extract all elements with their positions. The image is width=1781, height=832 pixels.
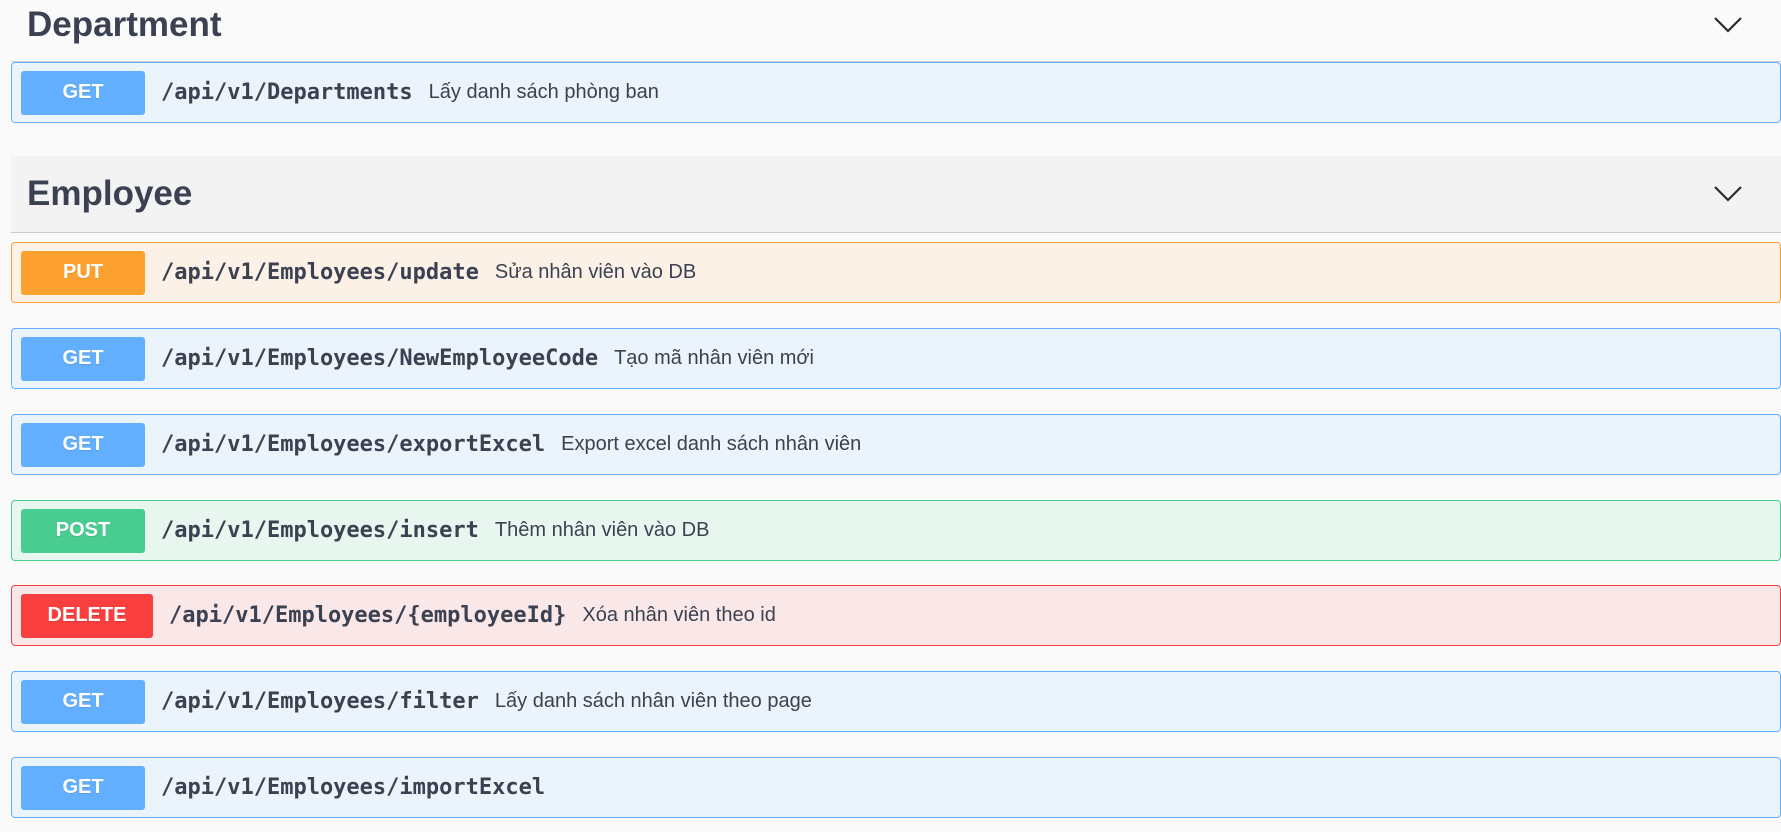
operation-path: /api/v1/Employees/filter <box>161 689 479 714</box>
operation-path: /api/v1/Employees/update <box>161 260 479 285</box>
operation-path: /api/v1/Employees/{employeeId} <box>169 603 567 628</box>
operation-path: /api/v1/Employees/NewEmployeeCode <box>161 346 599 371</box>
operation-summary: Export excel danh sách nhân viên <box>561 433 862 455</box>
section-title: Department <box>27 4 222 44</box>
operation-summary: Sửa nhân viên vào DB <box>494 261 697 283</box>
operation-get-export-excel[interactable]: GET /api/v1/Employees/exportExcel Export… <box>11 414 1781 475</box>
operation-delete-employee[interactable]: DELETE /api/v1/Employees/{employeeId} Xó… <box>11 585 1781 646</box>
method-badge: GET <box>21 422 145 467</box>
operation-get-departments[interactable]: GET /api/v1/Departments Lấy danh sách ph… <box>11 62 1781 123</box>
section-header-employee[interactable]: Employee <box>11 156 1781 233</box>
operation-put-employees-update[interactable]: PUT /api/v1/Employees/update Sửa nhân vi… <box>11 242 1781 303</box>
section-title: Employee <box>27 174 193 213</box>
operation-summary: Lấy danh sách phòng ban <box>428 81 659 103</box>
operation-path: /api/v1/Employees/importExcel <box>161 775 546 800</box>
method-badge: GET <box>21 679 145 724</box>
method-badge: GET <box>21 70 145 115</box>
chevron-down-icon[interactable] <box>1713 16 1743 34</box>
method-badge: POST <box>21 508 145 553</box>
method-badge: GET <box>21 336 145 381</box>
method-badge: DELETE <box>21 593 153 638</box>
operation-post-employees-insert[interactable]: POST /api/v1/Employees/insert Thêm nhân … <box>11 500 1781 561</box>
operation-summary: Tạo mã nhân viên mới <box>614 347 814 369</box>
operation-get-employees-filter[interactable]: GET /api/v1/Employees/filter Lấy danh sá… <box>11 671 1781 732</box>
operation-get-import-excel[interactable]: GET /api/v1/Employees/importExcel <box>11 757 1781 818</box>
method-badge: GET <box>21 765 145 810</box>
method-badge: PUT <box>21 250 145 295</box>
operation-get-new-employee-code[interactable]: GET /api/v1/Employees/NewEmployeeCode Tạ… <box>11 328 1781 389</box>
chevron-down-icon[interactable] <box>1713 185 1743 203</box>
operation-summary: Xóa nhân viên theo id <box>582 604 776 626</box>
operation-path: /api/v1/Employees/insert <box>161 518 479 543</box>
operation-path: /api/v1/Employees/exportExcel <box>161 432 546 457</box>
operation-path: /api/v1/Departments <box>161 80 413 105</box>
operation-summary: Thêm nhân viên vào DB <box>494 519 710 541</box>
section-header-department[interactable]: Department <box>11 0 1781 62</box>
operation-summary: Lấy danh sách nhân viên theo page <box>494 690 812 712</box>
